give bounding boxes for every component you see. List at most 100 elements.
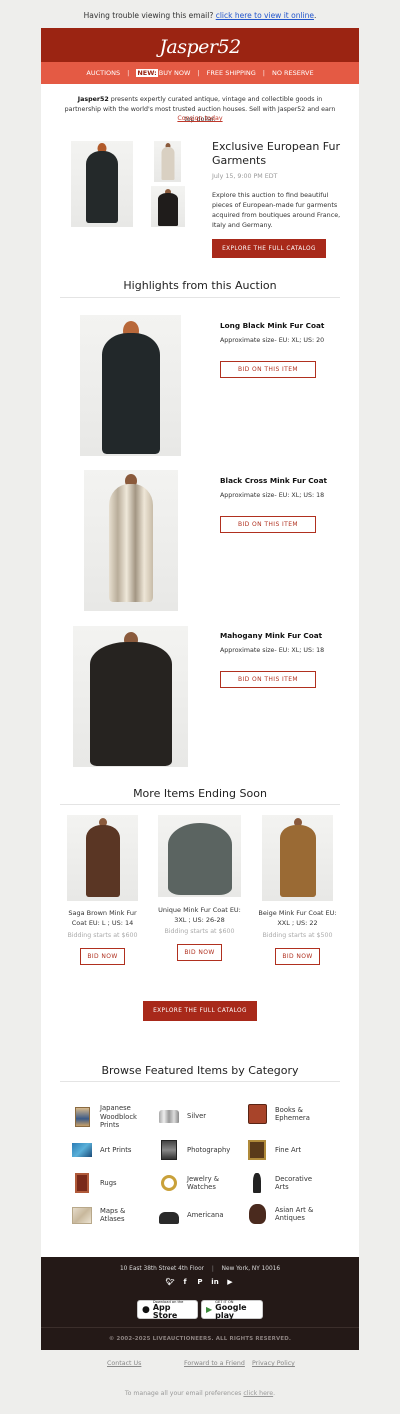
bid-button-1[interactable]: BID ON THIS ITEM <box>220 361 316 378</box>
hero-description: Explore this auction to find beautiful p… <box>212 191 341 229</box>
notice-text: Having trouble viewing this email? <box>83 11 214 20</box>
youtube-icon[interactable]: ▶ <box>226 1278 235 1286</box>
address-street: 10 East 38th Street 4th Floor <box>119 1266 205 1272</box>
notice-end: . <box>313 11 317 20</box>
category-label: Fine Art <box>275 1145 302 1154</box>
divider <box>60 804 340 805</box>
category-label: Japanese Woodblock Prints <box>100 1104 137 1129</box>
category-label: Silver <box>187 1111 207 1120</box>
address-separator: | <box>211 1266 214 1272</box>
highlight-image-3[interactable] <box>73 626 188 767</box>
nav-new-badge: NEW: <box>136 69 158 77</box>
highlight-name-2[interactable]: Black Cross Mink Fur Coat <box>220 476 327 485</box>
map-icon <box>72 1205 92 1225</box>
app-store-big: App Store <box>152 1302 178 1320</box>
highlight-name-1[interactable]: Long Black Mink Fur Coat <box>220 321 324 330</box>
facebook-icon[interactable]: f <box>181 1278 190 1286</box>
copyright: © 2002-2025 LIVEAUCTIONEERS. ALL RIGHTS … <box>108 1336 292 1342</box>
category-label: Americana <box>187 1210 224 1219</box>
category-decorative-arts[interactable]: Decorative Arts <box>247 1173 327 1193</box>
manage-end: . <box>273 1390 276 1397</box>
category-americana[interactable]: Americana <box>159 1205 239 1225</box>
manage-preferences-link[interactable]: click here <box>243 1390 273 1397</box>
apple-icon: ● <box>142 1304 150 1315</box>
google-play-badge[interactable]: ▶ GET IT ON Google play <box>201 1300 263 1319</box>
category-japanese-woodblock[interactable]: Japanese Woodblock Prints <box>72 1104 152 1130</box>
ending-image-3[interactable] <box>262 815 333 901</box>
category-jewelry-watches[interactable]: Jewelry & Watches <box>159 1173 239 1193</box>
explore-catalog-button-2[interactable]: EXPLORE THE FULL CATALOG <box>143 1001 257 1021</box>
highlight-size-2: Approximate size- EU: XL; US: 18 <box>220 492 325 499</box>
google-play-icon: ▶ <box>206 1305 213 1314</box>
pinterest-icon[interactable]: P <box>196 1278 205 1286</box>
nav-free-shipping[interactable]: FREE SHIPPING <box>207 69 256 77</box>
explore-catalog-button[interactable]: EXPLORE THE FULL CATALOG <box>212 239 326 258</box>
category-asian-art[interactable]: Asian Art & Antiques <box>247 1204 327 1224</box>
view-online-notice: Having trouble viewing this email? click… <box>0 11 400 20</box>
contact-us-link[interactable]: Contact Us <box>107 1360 141 1367</box>
bid-now-button-1[interactable]: BID NOW <box>80 948 125 965</box>
ending-name-1[interactable]: Saga Brown Mink Fur Coat EU: L ; US: 14 <box>64 909 141 928</box>
footer-divider <box>41 1327 359 1328</box>
hero-image-thumb-2[interactable] <box>151 186 185 227</box>
category-label: Art Prints <box>100 1145 132 1154</box>
manage-text: To manage all your email preferences <box>124 1390 244 1397</box>
decorative-arts-icon <box>247 1173 267 1193</box>
categories-title: Browse Featured Items by Category <box>101 1064 299 1077</box>
rug-icon <box>72 1173 92 1193</box>
category-label: Photography <box>187 1145 231 1154</box>
divider <box>60 297 340 298</box>
forward-friend-link[interactable]: Forward to a Friend <box>184 1360 245 1367</box>
app-store-badge[interactable]: ● Download on the App Store <box>137 1300 198 1319</box>
bid-button-3[interactable]: BID ON THIS ITEM <box>220 671 316 688</box>
woodblock-print-icon <box>72 1106 92 1127</box>
divider <box>60 1081 340 1082</box>
books-icon <box>247 1104 267 1124</box>
ending-price-3: Bidding starts at $500 <box>262 932 333 939</box>
nav-separator: | <box>127 69 130 77</box>
asian-art-icon <box>247 1204 267 1224</box>
hero-image-main[interactable] <box>71 141 133 227</box>
category-label: Books & Ephemera <box>275 1105 310 1123</box>
highlight-image-1[interactable] <box>80 315 181 456</box>
nav-buy-now[interactable]: BUY NOW <box>159 69 191 77</box>
bid-now-button-2[interactable]: BID NOW <box>177 944 222 961</box>
hero-title[interactable]: Exclusive European Fur Garments <box>212 140 342 168</box>
fine-art-icon <box>247 1140 267 1160</box>
category-rugs[interactable]: Rugs <box>72 1173 152 1193</box>
privacy-policy-link[interactable]: Privacy Policy <box>252 1360 295 1367</box>
watch-icon <box>159 1173 179 1193</box>
linkedin-icon[interactable]: in <box>211 1278 220 1286</box>
ending-price-2: Bidding starts at $600 <box>164 928 235 935</box>
jasper52-logo[interactable]: Jasper52 <box>41 36 359 58</box>
category-fine-art[interactable]: Fine Art <box>247 1140 327 1160</box>
category-photography[interactable]: Photography <box>159 1140 239 1160</box>
ending-name-3[interactable]: Beige Mink Fur Coat EU: XXL ; US: 22 <box>257 909 338 928</box>
hero-image-thumb-1[interactable] <box>154 141 181 182</box>
nav-separator: | <box>262 69 265 77</box>
twitter-icon[interactable]: 🐦︎ <box>166 1278 175 1286</box>
ending-name-2[interactable]: Unique Mink Fur Coat EU: 3XL ; US: 26-28 <box>156 906 243 925</box>
google-play-big: Google play <box>215 1302 247 1320</box>
category-label: Jewelry & Watches <box>187 1174 220 1192</box>
nav-auctions[interactable]: AUCTIONS <box>86 69 120 77</box>
nav-no-reserve[interactable]: NO RESERVE <box>272 69 314 77</box>
ending-image-2[interactable] <box>158 815 241 897</box>
art-print-icon <box>72 1140 92 1160</box>
highlight-size-3: Approximate size- EU: XL; US: 18 <box>220 647 325 654</box>
bid-now-button-3[interactable]: BID NOW <box>275 948 320 965</box>
ending-image-1[interactable] <box>67 815 138 901</box>
category-silver[interactable]: Silver <box>159 1106 239 1126</box>
americana-icon <box>159 1205 179 1225</box>
intro-brand: Jasper52 <box>77 96 109 103</box>
category-art-prints[interactable]: Art Prints <box>72 1140 152 1160</box>
highlight-size-1: Approximate size- EU: XL; US: 20 <box>220 337 325 344</box>
category-books-ephemera[interactable]: Books & Ephemera <box>247 1104 327 1124</box>
highlight-image-2[interactable] <box>84 470 178 611</box>
address-city: New York, NY 10016 <box>221 1266 281 1272</box>
bid-button-2[interactable]: BID ON THIS ITEM <box>220 516 316 533</box>
category-maps-atlases[interactable]: Maps & Atlases <box>72 1205 152 1225</box>
highlight-name-3[interactable]: Mahogany Mink Fur Coat <box>220 631 322 640</box>
view-online-link[interactable]: click here to view it online <box>216 11 314 20</box>
consign-link[interactable]: Consign today <box>0 115 400 122</box>
